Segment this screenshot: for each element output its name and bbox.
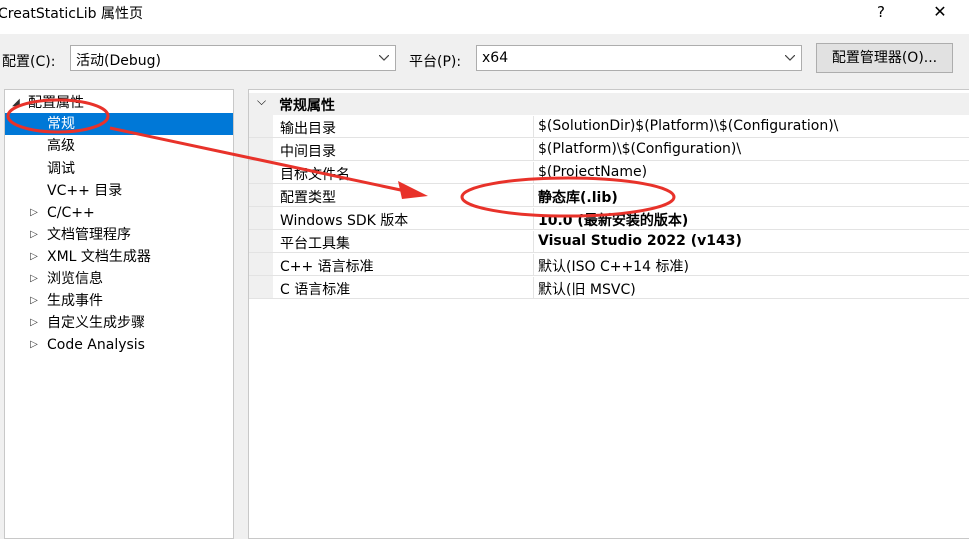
- property-name: 平台工具集: [280, 236, 350, 252]
- property-name-cell: Windows SDK 版本: [249, 208, 534, 230]
- property-name-cell: C++ 语言标准: [249, 254, 534, 276]
- tree-item-build-events[interactable]: ▷ 生成事件: [5, 290, 233, 312]
- title-bar: CreatStaticLib 属性页 ? ✕: [0, 0, 969, 34]
- collapsed-triangle-icon[interactable]: ▷: [27, 246, 41, 268]
- property-value: $(ProjectName): [538, 164, 648, 180]
- property-name: 目标文件名: [280, 167, 350, 183]
- property-value: 默认(ISO C++14 标准): [538, 259, 689, 275]
- property-value: $(SolutionDir)$(Platform)\$(Configuratio…: [538, 118, 839, 134]
- property-row-intermediate-directory[interactable]: 中间目录 $(Platform)\$(Configuration)\: [249, 139, 969, 162]
- collapsed-triangle-icon[interactable]: ▷: [27, 312, 41, 334]
- tree-item-config-properties[interactable]: ◢ 配置属性: [5, 92, 233, 114]
- tree-item-custom-build-step[interactable]: ▷ 自定义生成步骤: [5, 312, 233, 334]
- property-name: C 语言标准: [280, 282, 351, 298]
- config-label: 配置(C):: [2, 54, 56, 70]
- tree-item-documentation-manager[interactable]: ▷ 文档管理程序: [5, 224, 233, 246]
- tree-item-label: 调试: [47, 161, 75, 177]
- property-row-configuration-type[interactable]: 配置类型 静态库(.lib): [249, 185, 969, 208]
- property-value: 10.0 (最新安装的版本): [538, 213, 689, 229]
- chevron-down-icon[interactable]: ⌵: [257, 94, 266, 109]
- property-name-cell: 配置类型: [249, 185, 534, 207]
- tree-item-label: C/C++: [47, 205, 95, 221]
- property-value-cell[interactable]: 10.0 (最新安装的版本): [534, 208, 969, 230]
- collapsed-triangle-icon[interactable]: ▷: [27, 224, 41, 246]
- property-value: Visual Studio 2022 (v143): [538, 233, 742, 249]
- property-name: 输出目录: [280, 121, 336, 137]
- property-name: C++ 语言标准: [280, 259, 374, 275]
- tree-item-debugging[interactable]: 调试: [5, 158, 233, 180]
- property-value-cell[interactable]: $(Platform)\$(Configuration)\: [534, 139, 969, 161]
- config-select[interactable]: 活动(Debug): [70, 45, 396, 71]
- property-value-cell[interactable]: 默认(ISO C++14 标准): [534, 254, 969, 276]
- property-value-cell[interactable]: $(SolutionDir)$(Platform)\$(Configuratio…: [534, 116, 969, 138]
- tree-item-label: 自定义生成步骤: [47, 315, 145, 331]
- tree-item-c-cpp[interactable]: ▷ C/C++: [5, 202, 233, 224]
- property-row-output-directory[interactable]: 输出目录 $(SolutionDir)$(Platform)\$(Configu…: [249, 116, 969, 139]
- property-name: Windows SDK 版本: [280, 213, 409, 229]
- property-row-target-name[interactable]: 目标文件名 $(ProjectName): [249, 162, 969, 185]
- property-value-cell[interactable]: Visual Studio 2022 (v143): [534, 231, 969, 253]
- platform-label: 平台(P):: [409, 54, 462, 70]
- tree-item-label: 浏览信息: [47, 271, 103, 287]
- property-value: 默认(旧 MSVC): [538, 282, 636, 298]
- tree-item-label: 常规: [47, 116, 75, 132]
- platform-select[interactable]: x64: [476, 45, 802, 71]
- config-select-value: 活动(Debug): [76, 53, 161, 69]
- category-general-properties[interactable]: ⌵ 常规属性: [249, 93, 969, 115]
- property-value: 静态库(.lib): [538, 190, 618, 206]
- collapsed-triangle-icon[interactable]: ▷: [27, 268, 41, 290]
- tree-item-label: 生成事件: [47, 293, 103, 309]
- close-button[interactable]: ✕: [925, 1, 955, 23]
- property-tree: ◢ 配置属性 常规 高级 调试 VC++ 目录 ▷ C/C++ ▷ 文档管理程序…: [4, 89, 234, 539]
- collapsed-triangle-icon[interactable]: ▷: [27, 334, 41, 356]
- property-name-cell: C 语言标准: [249, 277, 534, 299]
- property-value-cell[interactable]: 静态库(.lib): [534, 185, 969, 207]
- configuration-manager-button[interactable]: 配置管理器(O)...: [816, 43, 953, 73]
- tree-item-label: 文档管理程序: [47, 227, 131, 243]
- tree-item-label: 高级: [47, 138, 75, 154]
- window-title: CreatStaticLib 属性页: [0, 6, 143, 22]
- collapsed-triangle-icon[interactable]: ▷: [27, 290, 41, 312]
- category-label: 常规属性: [279, 98, 335, 114]
- tree-item-vc-directories[interactable]: VC++ 目录: [5, 180, 233, 202]
- property-name-cell: 目标文件名: [249, 162, 534, 184]
- property-name-cell: 中间目录: [249, 139, 534, 161]
- property-grid: ⌵ 常规属性 输出目录 $(SolutionDir)$(Platform)\$(…: [248, 89, 969, 539]
- tree-item-general[interactable]: 常规: [5, 113, 233, 135]
- tree-item-browse-information[interactable]: ▷ 浏览信息: [5, 268, 233, 290]
- tree-item-label: Code Analysis: [47, 337, 145, 353]
- tree-item-label: 配置属性: [28, 95, 84, 111]
- chevron-down-icon: [785, 55, 795, 61]
- property-value-cell[interactable]: 默认(旧 MSVC): [534, 277, 969, 299]
- property-row-platform-toolset[interactable]: 平台工具集 Visual Studio 2022 (v143): [249, 231, 969, 254]
- property-row-c-language-standard[interactable]: C 语言标准 默认(旧 MSVC): [249, 277, 969, 300]
- help-button[interactable]: ?: [866, 1, 896, 23]
- property-name-cell: 输出目录: [249, 116, 534, 138]
- platform-select-value: x64: [482, 50, 509, 66]
- tree-item-xml-doc-generator[interactable]: ▷ XML 文档生成器: [5, 246, 233, 268]
- property-name: 配置类型: [280, 190, 336, 206]
- tree-item-code-analysis[interactable]: ▷ Code Analysis: [5, 334, 233, 356]
- property-value: $(Platform)\$(Configuration)\: [538, 141, 742, 157]
- property-name-cell: 平台工具集: [249, 231, 534, 253]
- property-name: 中间目录: [280, 144, 336, 160]
- expanded-triangle-icon[interactable]: ◢: [9, 92, 23, 114]
- property-row-cpp-language-standard[interactable]: C++ 语言标准 默认(ISO C++14 标准): [249, 254, 969, 277]
- tree-item-label: XML 文档生成器: [47, 249, 151, 265]
- property-row-windows-sdk-version[interactable]: Windows SDK 版本 10.0 (最新安装的版本): [249, 208, 969, 231]
- tree-item-label: VC++ 目录: [47, 183, 123, 199]
- tree-item-advanced[interactable]: 高级: [5, 135, 233, 157]
- chevron-down-icon: [379, 55, 389, 61]
- collapsed-triangle-icon[interactable]: ▷: [27, 202, 41, 224]
- property-value-cell[interactable]: $(ProjectName): [534, 162, 969, 184]
